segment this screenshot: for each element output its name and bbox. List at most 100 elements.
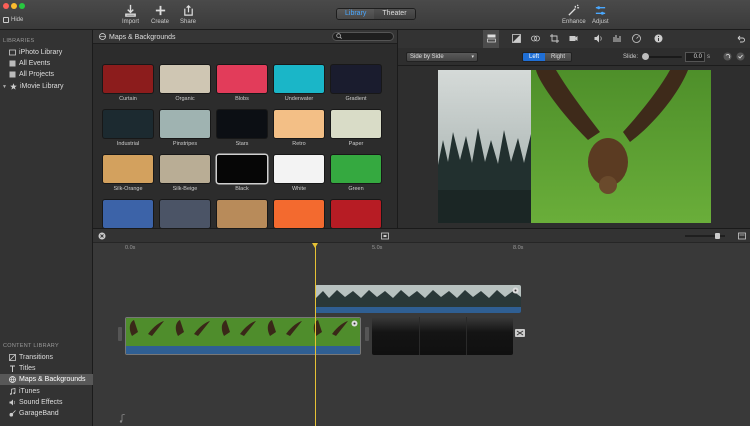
color-balance-icon[interactable]: [512, 34, 521, 43]
background-tile[interactable]: [274, 65, 324, 93]
ruler-label-0: 0.0s: [125, 245, 136, 251]
zoom-window-button[interactable]: [19, 3, 25, 9]
create-button[interactable]: Create: [151, 4, 169, 25]
sidebar-item-label: iPhoto Library: [19, 49, 63, 56]
plus-icon: [155, 5, 165, 16]
adjust-sliders-icon: [595, 6, 605, 15]
equalizer-icon[interactable]: [613, 34, 622, 43]
crop-icon[interactable]: [550, 34, 559, 43]
clip-filter-icon[interactable]: [381, 232, 389, 240]
trim-handle-left[interactable]: [118, 327, 122, 341]
view-switcher: Library Theater: [336, 8, 416, 20]
libraries-header: LIBRARIES: [3, 38, 35, 44]
theater-tab[interactable]: Theater: [374, 9, 415, 19]
enhance-button[interactable]: Enhance: [562, 4, 586, 25]
sidebar-item-label: iTunes: [19, 388, 40, 395]
share-button[interactable]: Share: [180, 4, 196, 25]
sidebar-item-maps-backgrounds[interactable]: Maps & Backgrounds: [0, 374, 93, 385]
background-tile[interactable]: [274, 110, 324, 138]
primary-clip-eagle[interactable]: [125, 317, 361, 355]
hide-sidebar-button[interactable]: Hide: [3, 17, 23, 23]
sidebar-item-imovie-library[interactable]: ▼ iMovie Library: [0, 81, 93, 92]
overlay-style-dropdown[interactable]: Side by Side ▾: [406, 52, 478, 62]
zoom-slider-knob[interactable]: [715, 233, 720, 239]
background-tile[interactable]: [103, 65, 153, 93]
background-tile[interactable]: [217, 110, 267, 138]
playhead-marker-icon[interactable]: [312, 243, 318, 248]
background-tile[interactable]: [160, 65, 210, 93]
left-button[interactable]: Left: [523, 53, 546, 61]
playhead[interactable]: [315, 245, 316, 426]
background-tile-label: Gradient: [345, 96, 367, 102]
magic-wand-icon: [568, 4, 580, 16]
transition-icon[interactable]: [515, 329, 525, 337]
background-tile-label: Retro: [292, 141, 306, 147]
sidebar-item-all-events[interactable]: All Events: [0, 58, 93, 69]
adjust-button[interactable]: Adjust: [592, 4, 609, 25]
background-tile-label: Green: [348, 186, 364, 192]
sidebar-item-garageband[interactable]: GarageBand: [0, 408, 93, 419]
background-tile[interactable]: [331, 110, 381, 138]
sidebar-item-label: Maps & Backgrounds: [19, 376, 86, 383]
right-button[interactable]: Right: [545, 53, 572, 61]
apply-checkmark-icon[interactable]: [736, 52, 745, 61]
clip-options-icon[interactable]: [351, 320, 358, 327]
background-tile[interactable]: [217, 200, 267, 228]
sidebar-item-itunes[interactable]: iTunes: [0, 386, 93, 397]
background-tile[interactable]: [160, 200, 210, 228]
info-icon[interactable]: [654, 34, 663, 43]
background-tile[interactable]: [274, 200, 324, 228]
clip-options-icon[interactable]: [512, 287, 519, 294]
background-tile[interactable]: [103, 110, 153, 138]
minimize-window-button[interactable]: [11, 3, 17, 9]
toolbar: Hide Import Create Share Library Theater…: [0, 0, 750, 30]
forest-thumbnails: [315, 285, 521, 307]
black-background-clip[interactable]: [372, 317, 513, 355]
slide-slider-knob[interactable]: [642, 53, 649, 60]
close-circle-icon[interactable]: [98, 232, 106, 240]
speed-icon[interactable]: [632, 34, 641, 43]
sidebar-item-all-projects[interactable]: All Projects: [0, 69, 93, 80]
import-button[interactable]: Import: [122, 4, 139, 25]
slide-duration-field[interactable]: 0.0: [685, 52, 705, 62]
background-tile[interactable]: [103, 200, 153, 228]
video-overlay-settings-tab[interactable]: [483, 30, 499, 48]
sidebar-item-label: Sound Effects: [19, 399, 63, 406]
clip-divider: [466, 317, 467, 355]
sidebar-item-transitions[interactable]: Transitions: [0, 352, 93, 363]
video-preview[interactable]: [438, 70, 711, 223]
viewer-panel: Side by Side ▾ Left Right Slide: 0.0 s: [397, 30, 750, 228]
background-tile[interactable]: [217, 155, 267, 183]
close-window-button[interactable]: [3, 3, 9, 9]
overlay-clip-forest[interactable]: [315, 285, 521, 313]
projects-icon: [9, 71, 16, 78]
background-tile-label: Paper: [348, 141, 364, 147]
background-tile[interactable]: [217, 65, 267, 93]
ruler-label-1: 5.0s: [372, 245, 383, 251]
undo-arrow-icon[interactable]: [736, 34, 745, 43]
background-tile[interactable]: [331, 65, 381, 93]
volume-icon[interactable]: [594, 34, 603, 43]
sidebar-item-titles[interactable]: Titles: [0, 363, 93, 374]
photo-icon: [9, 49, 16, 56]
overlay-style-value: Side by Side: [410, 54, 444, 60]
star-icon: [10, 83, 17, 90]
ruler-label-2: 8.0s: [513, 245, 524, 251]
color-correction-icon[interactable]: [531, 34, 540, 43]
reset-icon[interactable]: [723, 52, 732, 61]
background-tile[interactable]: [160, 155, 210, 183]
import-icon: [125, 4, 136, 17]
background-tile[interactable]: [274, 155, 324, 183]
sidebar-item-sound-effects[interactable]: Sound Effects: [0, 397, 93, 408]
background-tile[interactable]: [331, 155, 381, 183]
disclosure-triangle-icon[interactable]: ▼: [2, 84, 7, 90]
trim-handle-right[interactable]: [365, 327, 369, 341]
library-tab[interactable]: Library: [337, 9, 375, 19]
background-tile[interactable]: [160, 110, 210, 138]
search-input[interactable]: [332, 32, 394, 41]
background-tile[interactable]: [331, 200, 381, 228]
timeline-settings-icon[interactable]: [738, 232, 746, 240]
background-tile[interactable]: [103, 155, 153, 183]
sidebar-item-iphoto-library[interactable]: iPhoto Library: [0, 47, 93, 58]
stabilization-icon[interactable]: [569, 34, 578, 43]
